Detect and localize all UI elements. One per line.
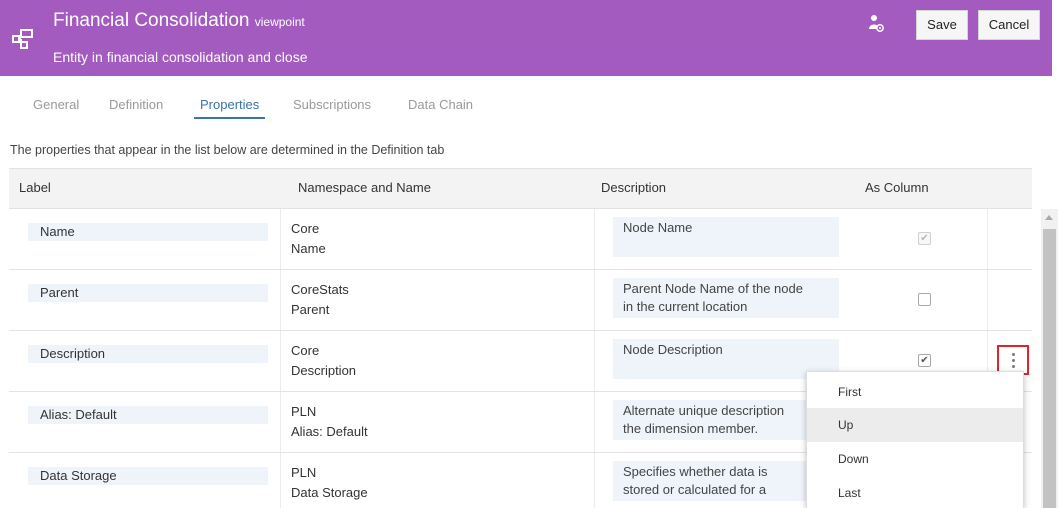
label-field[interactable]: Description xyxy=(28,345,268,363)
intro-text: The properties that appear in the list b… xyxy=(10,143,445,157)
description-field[interactable]: Parent Node Name of the node in the curr… xyxy=(613,278,839,318)
column-divider xyxy=(280,453,281,508)
hierarchy-icon xyxy=(12,29,33,49)
tab-definition[interactable]: Definition xyxy=(109,97,163,113)
namespace-text: PLN xyxy=(291,404,317,419)
namespace-name: CoreStats Parent xyxy=(291,280,349,320)
description-line: Node Description xyxy=(623,342,723,357)
label-field[interactable]: Alias: Default xyxy=(28,406,268,424)
table-header: Label Namespace and Name Description As … xyxy=(9,168,1032,209)
title-text: Financial Consolidation xyxy=(53,10,250,31)
namespace-name: PLN Data Storage xyxy=(291,463,368,503)
name-text: Alias: Default xyxy=(291,424,368,439)
menu-item-last[interactable]: Last xyxy=(807,476,1023,508)
column-divider xyxy=(594,270,595,330)
namespace-text: CoreStats xyxy=(291,282,349,297)
row-action-menu: First Up Down Last xyxy=(806,371,1024,508)
column-divider xyxy=(280,392,281,452)
column-divider xyxy=(280,209,281,269)
column-header-as-column[interactable]: As Column xyxy=(865,169,929,207)
namespace-text: Core xyxy=(291,221,320,236)
name-text: Description xyxy=(291,363,357,378)
title-suffix: viewpoint xyxy=(254,15,305,29)
label-field[interactable]: Data Storage xyxy=(28,467,268,485)
column-divider xyxy=(594,331,595,391)
as-column-checkbox[interactable]: ✔ xyxy=(918,354,931,367)
page-subtitle: Entity in financial consolidation and cl… xyxy=(53,49,308,65)
vertical-scrollbar[interactable] xyxy=(1041,209,1058,508)
menu-item-down[interactable]: Down xyxy=(807,442,1023,476)
column-divider xyxy=(280,270,281,330)
table-row: Name Core Name Node Name ✔ xyxy=(9,209,1032,270)
column-divider xyxy=(280,331,281,391)
as-column-checkbox[interactable] xyxy=(918,293,931,306)
as-column-checkbox: ✔ xyxy=(918,232,931,245)
description-line: Alternate unique description xyxy=(623,403,785,418)
tab-data-chain[interactable]: Data Chain xyxy=(408,97,473,113)
name-text: Name xyxy=(291,241,326,256)
user-settings-icon[interactable] xyxy=(868,14,884,32)
description-line: in the current location xyxy=(623,299,748,314)
namespace-text: Core xyxy=(291,343,320,358)
column-divider xyxy=(594,209,595,269)
column-divider xyxy=(987,209,988,269)
scrollbar-thumb[interactable] xyxy=(1043,229,1056,508)
tab-general[interactable]: General xyxy=(33,97,79,113)
description-line: Specifies whether data is xyxy=(623,464,768,479)
tab-subscriptions[interactable]: Subscriptions xyxy=(293,97,371,113)
save-button[interactable]: Save xyxy=(916,10,968,40)
description-line: the dimension member. xyxy=(623,421,759,436)
description-line: stored or calculated for a xyxy=(623,482,767,497)
column-divider xyxy=(594,453,595,508)
menu-item-up[interactable]: Up xyxy=(807,408,1023,442)
column-divider xyxy=(987,270,988,330)
name-text: Parent xyxy=(291,302,330,317)
column-header-label[interactable]: Label xyxy=(19,169,51,207)
label-field[interactable]: Name xyxy=(28,223,268,241)
namespace-name: Core Name xyxy=(291,219,326,259)
app-header: Financial Consolidation viewpoint Entity… xyxy=(0,0,1052,76)
column-header-description[interactable]: Description xyxy=(601,169,666,207)
name-text: Data Storage xyxy=(291,485,368,500)
column-header-namespace[interactable]: Namespace and Name xyxy=(298,169,431,207)
menu-item-first[interactable]: First xyxy=(807,375,1023,409)
description-line: Node Name xyxy=(623,220,693,235)
label-field[interactable]: Parent xyxy=(28,284,268,302)
cancel-button[interactable]: Cancel xyxy=(978,10,1040,40)
page-title: Financial Consolidation viewpoint xyxy=(53,9,305,34)
description-line: Parent Node Name of the node xyxy=(623,281,803,296)
table-row: Parent CoreStats Parent Parent Node Name… xyxy=(9,270,1032,331)
namespace-name: PLN Alias: Default xyxy=(291,402,368,442)
description-field[interactable]: Node Name xyxy=(613,217,839,257)
namespace-name: Core Description xyxy=(291,341,356,381)
column-divider xyxy=(594,392,595,452)
tab-properties[interactable]: Properties xyxy=(193,97,266,119)
namespace-text: PLN xyxy=(291,465,317,480)
scroll-up-arrow-icon[interactable] xyxy=(1045,215,1053,220)
